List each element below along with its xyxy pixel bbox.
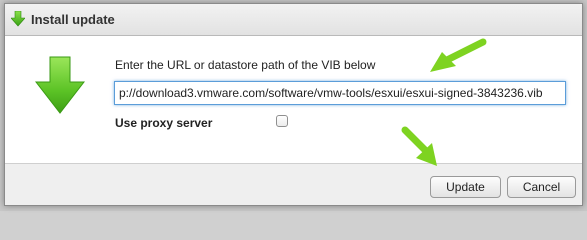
update-button[interactable]: Update xyxy=(430,176,501,198)
vib-path-prompt: Enter the URL or datastore path of the V… xyxy=(115,58,376,72)
dialog-titlebar: Install update xyxy=(5,4,582,36)
dialog-body: Enter the URL or datastore path of the V… xyxy=(5,36,582,163)
vib-url-input[interactable] xyxy=(114,81,566,105)
dialog-footer: Update Cancel xyxy=(5,163,582,205)
download-arrow-icon xyxy=(35,56,85,114)
install-update-dialog: Install update Enter the URL or datastor… xyxy=(4,3,583,206)
use-proxy-label: Use proxy server xyxy=(115,116,213,130)
use-proxy-checkbox[interactable] xyxy=(276,115,288,127)
dialog-title: Install update xyxy=(31,12,115,27)
cancel-button[interactable]: Cancel xyxy=(507,176,576,198)
download-arrow-icon xyxy=(11,11,25,27)
